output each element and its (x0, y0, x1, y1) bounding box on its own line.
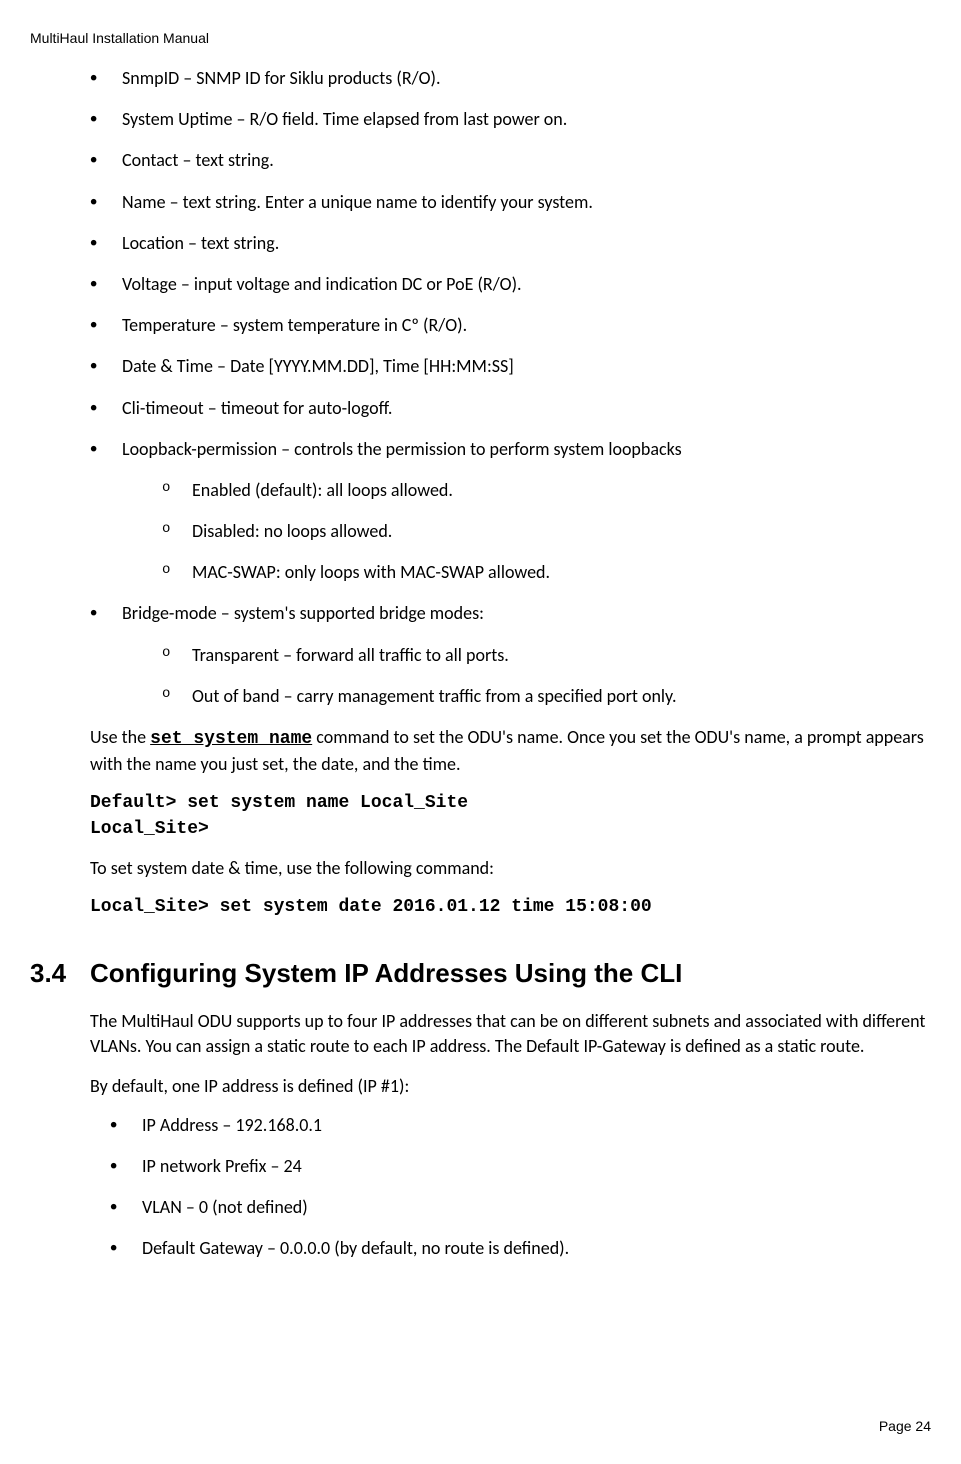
paragraph-4: By default, one IP address is defined (I… (90, 1074, 931, 1099)
list-item: Date & Time – Date [YYYY.MM.DD], Time [H… (90, 354, 931, 379)
list-item: Location – text string. (90, 231, 931, 256)
code-block-1: Default> set system name Local_Site Loca… (90, 791, 931, 841)
code-line: Default> set system name Local_Site (90, 791, 931, 816)
list-item: System Uptime – R/O field. Time elapsed … (90, 107, 931, 132)
sub-list-item: MAC-SWAP: only loops with MAC-SWAP allow… (162, 560, 931, 585)
paragraph-2: To set system date & time, use the follo… (90, 856, 931, 881)
bridge-sub-list: Transparent – forward all traffic to all… (162, 643, 931, 709)
list-item: IP network Prefix – 24 (110, 1154, 931, 1179)
section-title: Configuring System IP Addresses Using th… (90, 958, 682, 988)
loopback-sub-list: Enabled (default): all loops allowed. Di… (162, 478, 931, 586)
code-block-2: Local_Site> set system date 2016.01.12 t… (90, 895, 931, 920)
list-item: SnmpID – SNMP ID for Siklu products (R/O… (90, 66, 931, 91)
section-number: 3.4 (30, 958, 90, 989)
paragraph-3: The MultiHaul ODU supports up to four IP… (90, 1009, 931, 1059)
sub-list-item: Transparent – forward all traffic to all… (162, 643, 931, 668)
inline-code: set system name (150, 729, 312, 749)
list-item: IP Address – 192.168.0.1 (110, 1113, 931, 1138)
sub-list-item: Out of band – carry management traffic f… (162, 684, 931, 709)
section-heading: 3.4Configuring System IP Addresses Using… (30, 958, 931, 989)
list-item-text: Bridge-mode – system's supported bridge … (122, 602, 484, 624)
sub-list-item: Enabled (default): all loops allowed. (162, 478, 931, 503)
paragraph-1: Use the set system name command to set t… (90, 725, 931, 777)
list-item: Name – text string. Enter a unique name … (90, 190, 931, 215)
list-item: Voltage – input voltage and indication D… (90, 272, 931, 297)
list-item: Cli-timeout – timeout for auto-logoff. (90, 396, 931, 421)
list-item: VLAN – 0 (not defined) (110, 1195, 931, 1220)
main-bullet-list: SnmpID – SNMP ID for Siklu products (R/O… (90, 66, 931, 709)
code-line: Local_Site> (90, 817, 931, 842)
para1-pre: Use the (90, 726, 150, 748)
sub-list-item: Disabled: no loops allowed. (162, 519, 931, 544)
page-footer: Page 24 (879, 1418, 931, 1434)
list-item: Loopback-permission – controls the permi… (90, 437, 931, 586)
list-item-text: Loopback-permission – controls the permi… (122, 438, 682, 460)
list-item: Bridge-mode – system's supported bridge … (90, 601, 931, 709)
ip-bullet-list: IP Address – 192.168.0.1 IP network Pref… (110, 1113, 931, 1262)
document-header: MultiHaul Installation Manual (30, 30, 931, 46)
list-item: Temperature – system temperature in Cº (… (90, 313, 931, 338)
list-item: Contact – text string. (90, 148, 931, 173)
list-item: Default Gateway – 0.0.0.0 (by default, n… (110, 1236, 931, 1261)
